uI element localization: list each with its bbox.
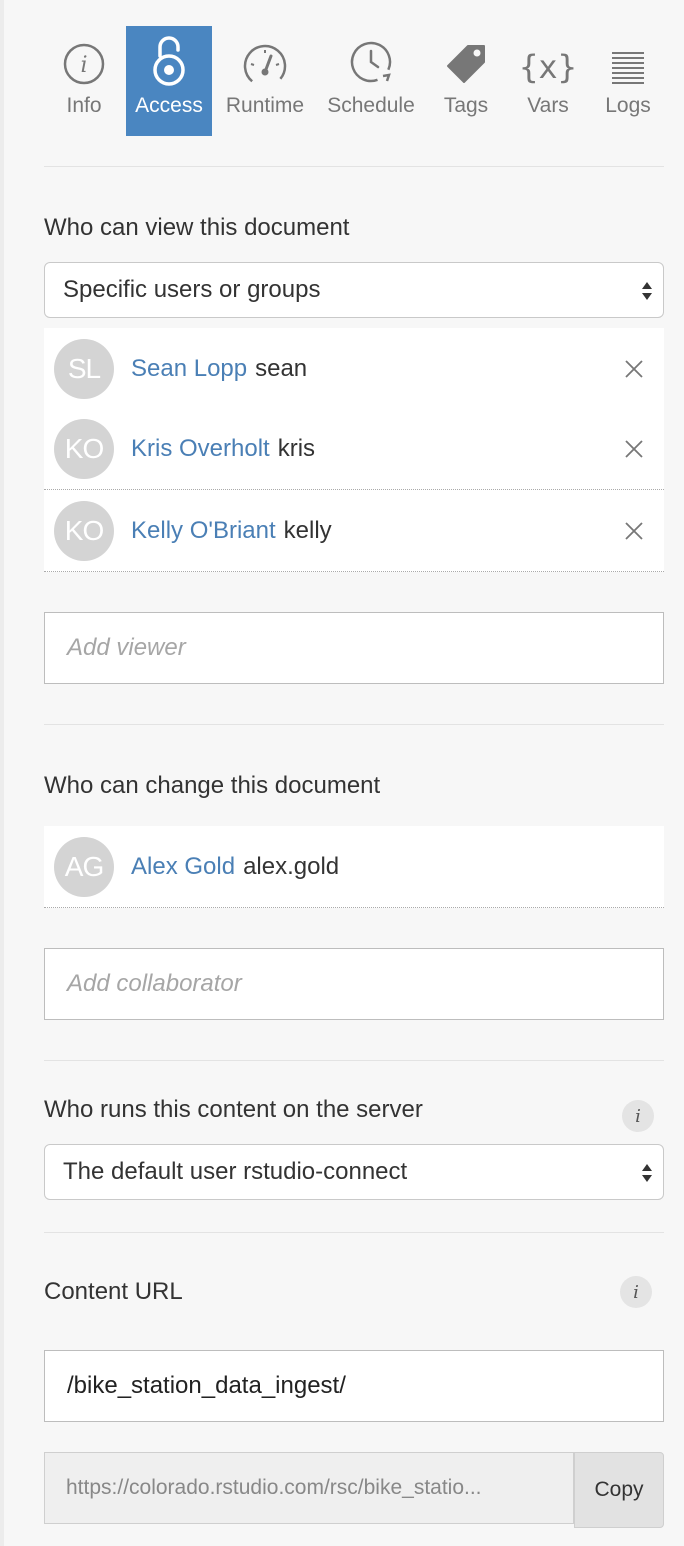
user-full-name[interactable]: Kelly O'Briant — [131, 517, 276, 544]
add-viewer-input[interactable]: Add viewer — [44, 612, 664, 684]
collaborator-row: AG Alex Gold alex.gold — [44, 826, 664, 908]
user-login: alex.gold — [243, 852, 340, 880]
tab-info[interactable]: i Info — [44, 26, 124, 136]
user-login: sean — [255, 354, 308, 382]
svg-text:i: i — [80, 53, 87, 78]
user-login: kris — [277, 434, 316, 462]
runas-heading: Who runs this content on the server — [44, 1096, 423, 1123]
full-url-field[interactable]: https://colorado.rstudio.com/rsc/bike_st… — [44, 1452, 574, 1524]
variable-icon: {x} — [519, 26, 577, 90]
viewers-access-select[interactable]: Specific users or groups — [44, 262, 664, 318]
input-value: /bike_station_data_ingest/ — [67, 1372, 346, 1399]
viewer-row: KO Kelly O'Briant kelly — [44, 490, 664, 572]
user-full-name[interactable]: Kris Overholt — [131, 435, 270, 462]
speedometer-icon — [241, 26, 289, 90]
content-url-heading: Content URL — [44, 1278, 183, 1305]
tab-tags[interactable]: Tags — [428, 26, 504, 136]
placeholder: Add collaborator — [67, 970, 242, 997]
user-login: kelly — [283, 516, 332, 544]
placeholder: Add viewer — [67, 634, 186, 661]
tab-bar: i Info Access Runtime Schedule Tags {x} … — [44, 26, 664, 136]
remove-viewer-icon[interactable] — [624, 359, 644, 379]
tab-runtime[interactable]: Runtime — [220, 26, 310, 136]
avatar: AG — [54, 836, 114, 897]
avatar: KO — [54, 500, 114, 561]
copy-url-button[interactable]: Copy — [574, 1452, 664, 1528]
tab-logs[interactable]: Logs — [592, 26, 664, 136]
select-arrows-icon — [642, 1164, 652, 1182]
logs-icon — [610, 26, 646, 90]
remove-viewer-icon[interactable] — [624, 521, 644, 541]
add-collaborator-input[interactable]: Add collaborator — [44, 948, 664, 1020]
tab-label: Info — [66, 94, 102, 117]
remove-viewer-icon[interactable] — [624, 439, 644, 459]
tag-icon — [444, 26, 488, 90]
clock-icon — [347, 26, 395, 90]
tab-label: Vars — [527, 94, 569, 117]
full-url-text: https://colorado.rstudio.com/rsc/bike_st… — [66, 1476, 482, 1499]
collaborators-heading: Who can change this document — [44, 772, 381, 799]
viewer-row: KO Kris Overholt kris — [44, 408, 664, 490]
tab-label: Logs — [605, 94, 651, 117]
runas-select[interactable]: The default user rstudio-connect — [44, 1144, 664, 1200]
tab-schedule[interactable]: Schedule — [324, 26, 418, 136]
tab-label: Schedule — [327, 94, 415, 117]
divider — [44, 724, 664, 725]
select-value: The default user rstudio-connect — [63, 1158, 408, 1185]
lock-icon — [151, 26, 187, 90]
viewer-row: SL Sean Lopp sean — [44, 328, 664, 410]
divider — [44, 1060, 664, 1061]
tab-label: Access — [135, 94, 203, 117]
user-full-name[interactable]: Alex Gold — [131, 853, 235, 880]
user-name: Kris Overholt kris — [131, 435, 315, 463]
select-value: Specific users or groups — [63, 276, 321, 303]
user-name: Alex Gold alex.gold — [131, 853, 339, 881]
content-url-info-icon[interactable]: i — [620, 1276, 652, 1308]
user-full-name[interactable]: Sean Lopp — [131, 355, 247, 382]
info-icon: i — [62, 26, 106, 90]
panel-left-border — [0, 0, 4, 1546]
tab-label: Tags — [443, 94, 489, 117]
select-arrows-icon — [642, 282, 652, 300]
content-url-path-input[interactable]: /bike_station_data_ingest/ — [44, 1350, 664, 1422]
divider — [44, 1232, 664, 1233]
tab-label: Runtime — [225, 94, 305, 117]
avatar: SL — [54, 338, 114, 399]
runas-info-icon[interactable]: i — [622, 1100, 654, 1132]
tab-access[interactable]: Access — [126, 26, 212, 136]
user-name: Sean Lopp sean — [131, 355, 307, 383]
user-name: Kelly O'Briant kelly — [131, 517, 332, 545]
variable-glyph: {x} — [519, 48, 577, 86]
tab-vars[interactable]: {x} Vars — [512, 26, 584, 136]
viewers-heading: Who can view this document — [44, 214, 350, 241]
avatar: KO — [54, 418, 114, 479]
divider — [44, 166, 664, 167]
